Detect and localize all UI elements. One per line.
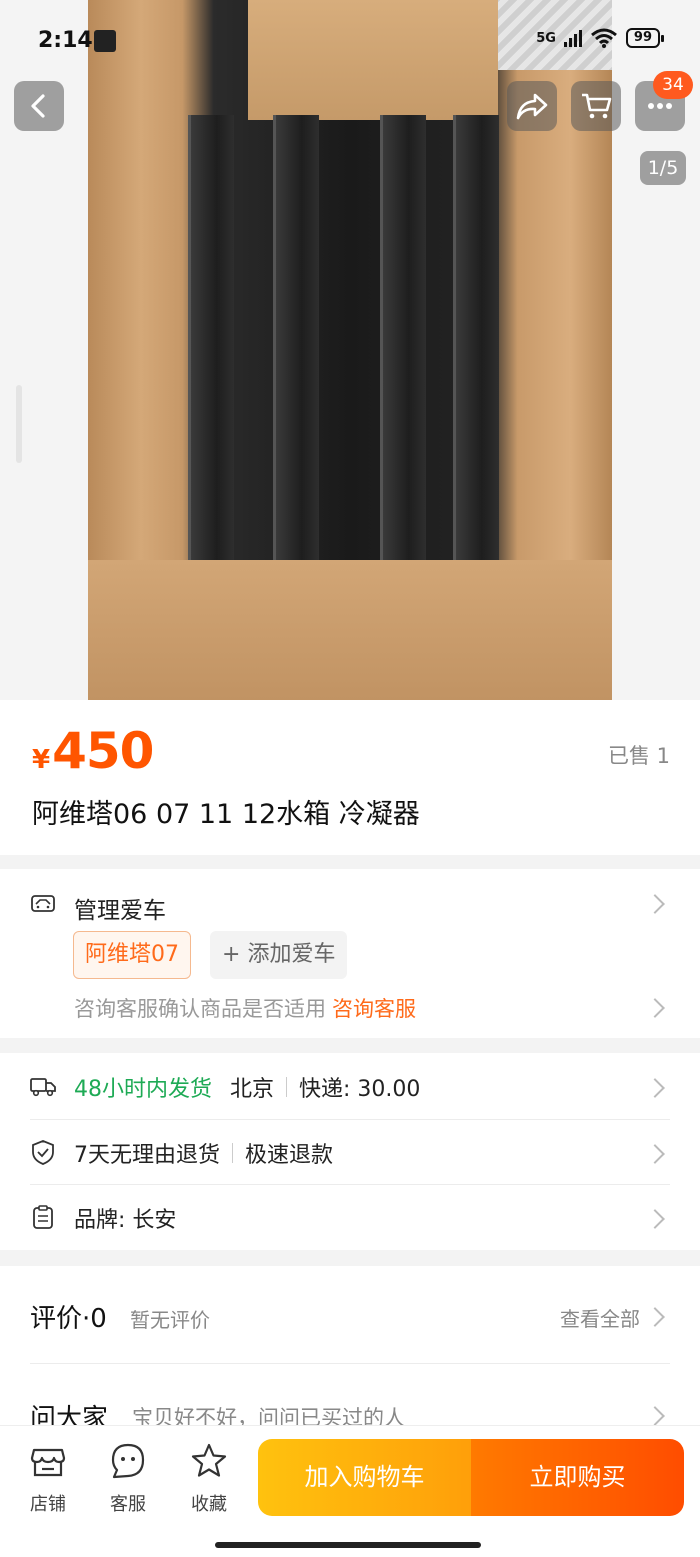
view-all-reviews-link[interactable]: 查看全部	[560, 1303, 640, 1332]
shop-label: 店铺	[30, 1494, 66, 1515]
notification-app-icon	[94, 30, 116, 52]
chevron-right-icon[interactable]	[645, 1307, 665, 1327]
shipping-text: 48小时内发货 北京 快递: 30.00	[74, 1071, 420, 1103]
return-policy-row[interactable]: 7天无理由退货 极速退款	[0, 1119, 700, 1183]
chevron-right-icon[interactable]	[645, 998, 665, 1018]
chevron-right-icon[interactable]	[645, 1144, 665, 1164]
chevron-right-icon[interactable]	[645, 1209, 665, 1229]
service-section: 48小时内发货 北京 快递: 30.00 7天无理由退货 极速退款 品牌: 长安	[0, 1053, 700, 1250]
more-icon	[648, 103, 672, 109]
brand-text: 品牌: 长安	[74, 1208, 177, 1233]
shop-icon	[30, 1448, 66, 1477]
cart-icon	[582, 93, 612, 119]
return-policy-text: 7天无理由退货 极速退款	[74, 1137, 333, 1169]
bottom-action-bar: 店铺 客服 收藏 加入购物车 立即购买	[0, 1425, 700, 1557]
currency-symbol: ¥	[32, 745, 51, 775]
price: ¥ 450	[32, 722, 154, 780]
product-title: 阿维塔06 07 11 12水箱 冷凝器	[32, 799, 420, 830]
status-time: 2:14	[38, 28, 93, 53]
reviews-title: 评价·0	[30, 1304, 107, 1334]
home-indicator[interactable]	[215, 1542, 481, 1548]
clipboard-icon	[33, 1205, 53, 1229]
customer-service-icon	[111, 1443, 145, 1479]
row-divider	[30, 1363, 670, 1364]
photo-condenser-panel	[453, 115, 499, 565]
favorite-button[interactable]: 收藏	[179, 1442, 239, 1516]
wifi-icon	[590, 28, 617, 48]
truck-icon	[30, 1078, 56, 1097]
plus-icon: +	[222, 942, 241, 967]
ship-from: 北京	[230, 1077, 275, 1102]
network-type: 5G	[536, 30, 556, 46]
price-value: 450	[52, 722, 154, 780]
photo-condenser-panel	[273, 115, 319, 565]
divider	[232, 1143, 233, 1163]
car-fitment-section: 管理爱车 阿维塔07 + 添加爱车 咨询客服确认商品是否适用 咨询客服	[0, 869, 700, 1038]
back-arrow-icon	[31, 94, 45, 118]
consult-text: 咨询客服确认商品是否适用	[74, 997, 326, 1021]
shield-check-icon	[32, 1140, 54, 1165]
photo-condenser-panel	[380, 115, 426, 565]
reviews-empty-text: 暂无评价	[130, 1308, 210, 1332]
shipping-time: 48小时内发货	[74, 1077, 212, 1102]
chevron-right-icon[interactable]	[645, 1406, 665, 1426]
brand-row[interactable]: 品牌: 长安	[0, 1184, 700, 1248]
cart-count-badge: 34	[653, 71, 693, 99]
customer-service-button[interactable]: 客服	[98, 1442, 158, 1516]
shipping-fee: 快递: 30.00	[299, 1077, 421, 1102]
manage-car-label[interactable]: 管理爱车	[74, 891, 166, 925]
add-to-cart-button[interactable]: 加入购物车	[258, 1439, 471, 1516]
status-bar: 2:14 5G 99	[0, 0, 700, 80]
battery-icon: 99	[625, 28, 665, 48]
favorite-label: 收藏	[191, 1494, 227, 1515]
shop-button[interactable]: 店铺	[18, 1442, 78, 1516]
reviews-section: 评价·0 暂无评价 查看全部 问大家 宝贝好不好，问问已买过的人	[0, 1266, 700, 1441]
image-page-indicator: 1/5	[640, 151, 686, 185]
divider	[286, 1077, 288, 1097]
chevron-right-icon[interactable]	[645, 894, 665, 914]
sold-count: 已售 1	[607, 744, 670, 768]
more-button[interactable]: 34	[635, 71, 693, 131]
shipping-row[interactable]: 48小时内发货 北京 快递: 30.00	[0, 1053, 700, 1117]
car-icon	[31, 895, 55, 912]
buy-now-button[interactable]: 立即购买	[471, 1439, 684, 1516]
share-button[interactable]	[507, 81, 557, 131]
consult-service-link[interactable]: 咨询客服	[332, 997, 416, 1021]
add-car-button[interactable]: + 添加爱车	[210, 931, 348, 979]
add-car-label: 添加爱车	[247, 942, 336, 967]
consult-row[interactable]: 咨询客服确认商品是否适用 咨询客服	[74, 993, 416, 1023]
return-policy: 7天无理由退货	[74, 1143, 220, 1168]
share-icon	[516, 93, 548, 120]
selected-car-tag[interactable]: 阿维塔07	[73, 931, 191, 979]
side-scroll-handle[interactable]	[16, 385, 22, 463]
back-button[interactable]	[14, 81, 64, 131]
photo-condenser-panel	[188, 115, 234, 565]
star-icon	[191, 1443, 227, 1477]
status-indicators: 5G 99	[536, 28, 665, 48]
photo-box-flap	[88, 560, 612, 700]
customer-service-label: 客服	[110, 1494, 146, 1515]
fast-refund: 极速退款	[245, 1143, 334, 1168]
chevron-right-icon[interactable]	[645, 1078, 665, 1098]
signal-icon	[563, 29, 582, 47]
price-section: ¥ 450 已售 1 阿维塔06 07 11 12水箱 冷凝器	[0, 700, 700, 855]
cart-button[interactable]	[571, 81, 621, 131]
